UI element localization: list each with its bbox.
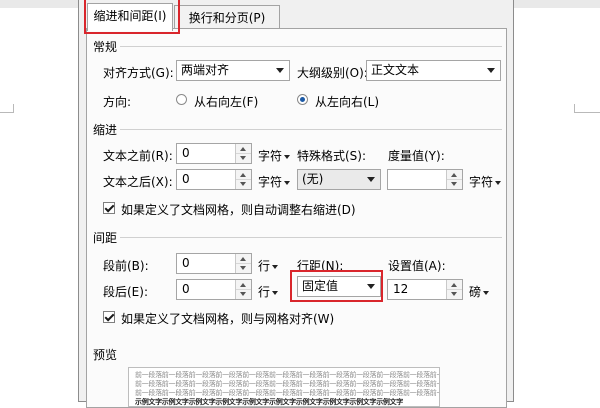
spinner-buttons[interactable] <box>235 254 251 273</box>
indent-after-value: 0 <box>182 172 190 186</box>
spinner-buttons[interactable] <box>446 170 462 189</box>
spacing-before-label: 段前(B): <box>103 259 149 273</box>
section-title-general: 常规 <box>93 40 118 54</box>
indent-after-spinner[interactable]: 0 <box>176 169 252 190</box>
spinner-buttons[interactable] <box>235 170 251 189</box>
alignment-select[interactable]: 两端对齐 <box>176 60 290 81</box>
indent-after-unit[interactable]: 字符 <box>258 173 291 190</box>
outline-level-label: 大纲级别(O): <box>297 66 368 80</box>
section-title-indent: 缩进 <box>93 123 118 137</box>
page-margin-mark-right <box>574 112 600 113</box>
setting-value: 12 <box>393 282 409 296</box>
chevron-down-icon <box>367 177 375 182</box>
page-margin-mark-right-vertical <box>574 104 575 113</box>
indent-before-label: 文本之前(R): <box>103 149 173 163</box>
spinner-buttons[interactable] <box>235 280 251 299</box>
spacing-after-spinner[interactable]: 0 <box>176 279 252 300</box>
direction-label: 方向: <box>103 95 132 109</box>
tab-panel <box>86 28 507 408</box>
spin-down-icon[interactable] <box>240 182 246 186</box>
measure-unit[interactable]: 字符 <box>469 173 502 190</box>
spin-up-icon[interactable] <box>240 257 246 261</box>
outline-level-value: 正文文本 <box>371 63 420 77</box>
setting-value-label: 设置值(A): <box>388 259 446 273</box>
spin-down-icon[interactable] <box>451 292 457 296</box>
page-margin-mark-left-vertical <box>13 104 14 113</box>
spacing-before-value: 0 <box>182 256 190 270</box>
indent-before-value: 0 <box>182 146 190 160</box>
measure-spinner[interactable] <box>387 169 463 190</box>
chevron-down-icon <box>276 68 284 73</box>
indent-grid-checkbox[interactable] <box>103 202 115 214</box>
chevron-down-icon <box>483 290 490 295</box>
page-margin-mark-left <box>0 112 14 113</box>
special-format-label: 特殊格式(S): <box>297 149 367 163</box>
spin-up-icon[interactable] <box>240 173 246 177</box>
preview-sample-line: 示例文字示例文字示例文字示例文字示例文字示例文字示例文字示例文字示例文字示例文字 <box>135 398 403 406</box>
spin-down-icon[interactable] <box>451 182 457 186</box>
alignment-value: 两端对齐 <box>181 63 230 77</box>
spin-down-icon[interactable] <box>240 156 246 160</box>
spacing-after-unit[interactable]: 行 <box>258 283 279 300</box>
spacing-before-spinner[interactable]: 0 <box>176 253 252 274</box>
rtl-radio[interactable] <box>176 94 187 105</box>
special-format-select[interactable]: (无) <box>297 169 381 190</box>
spin-up-icon[interactable] <box>240 147 246 151</box>
section-divider-general <box>120 46 502 47</box>
ltr-radio[interactable] <box>297 94 308 105</box>
spacing-after-value: 0 <box>182 282 190 296</box>
measure-label: 度量值(Y): <box>388 149 445 163</box>
section-title-spacing: 间距 <box>93 231 118 245</box>
spacing-before-unit[interactable]: 行 <box>258 257 279 274</box>
section-title-preview: 预览 <box>93 348 118 362</box>
section-divider-spacing <box>120 237 502 238</box>
setting-value-unit[interactable]: 磅 <box>469 283 490 300</box>
rtl-radio-label[interactable]: 从右向左(F) <box>194 93 258 110</box>
chevron-down-icon <box>487 68 495 73</box>
spinner-buttons[interactable] <box>446 280 462 299</box>
line-spacing-highlight-box <box>290 270 383 302</box>
spin-up-icon[interactable] <box>451 173 457 177</box>
chevron-down-icon <box>272 290 279 295</box>
special-format-value: (无) <box>302 172 324 186</box>
alignment-label: 对齐方式(G): <box>103 66 174 80</box>
chevron-down-icon <box>284 154 291 159</box>
spinner-buttons[interactable] <box>235 144 251 163</box>
indent-grid-checkbox-label[interactable]: 如果定义了文档网格，则自动调整右缩进(D) <box>121 201 356 218</box>
section-divider-indent <box>120 129 502 130</box>
chevron-down-icon <box>272 264 279 269</box>
spacing-after-label: 段后(E): <box>103 285 148 299</box>
spin-up-icon[interactable] <box>240 283 246 287</box>
tab-highlight-box <box>84 0 180 34</box>
spin-up-icon[interactable] <box>451 283 457 287</box>
ltr-radio-label[interactable]: 从左向右(L) <box>315 93 379 110</box>
spacing-grid-checkbox[interactable] <box>103 311 115 323</box>
spacing-grid-checkbox-label[interactable]: 如果定义了文档网格，则与网格对齐(W) <box>121 310 334 327</box>
spin-down-icon[interactable] <box>240 266 246 270</box>
setting-value-spinner[interactable]: 12 <box>387 279 463 300</box>
indent-before-spinner[interactable]: 0 <box>176 143 252 164</box>
chevron-down-icon <box>284 180 291 185</box>
spin-down-icon[interactable] <box>240 292 246 296</box>
preview-box: 前一段落前一段落前一段落前一段落前一段落前一段落前一段落前一段落前一段落前一段落… <box>128 367 440 407</box>
indent-after-label: 文本之后(X): <box>103 175 173 189</box>
indent-before-unit[interactable]: 字符 <box>258 147 291 164</box>
chevron-down-icon <box>495 180 502 185</box>
outline-level-select[interactable]: 正文文本 <box>366 60 501 81</box>
